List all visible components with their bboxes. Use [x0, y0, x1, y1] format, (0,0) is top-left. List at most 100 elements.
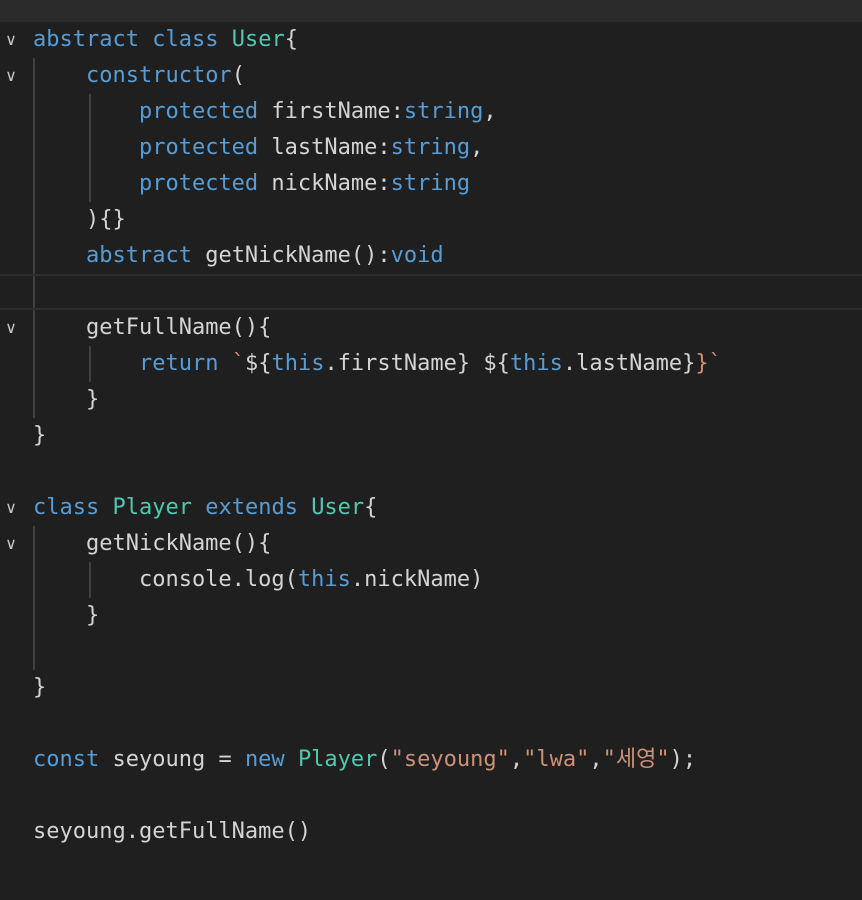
code-line[interactable]: seyoung.getFullName(): [0, 814, 862, 850]
code-token: (: [377, 747, 391, 772]
code-token: this: [271, 351, 325, 376]
code-token: }`: [695, 351, 722, 376]
chevron-down-icon[interactable]: ∨: [0, 58, 22, 94]
code-token: class: [33, 495, 100, 520]
code-line[interactable]: [0, 454, 862, 490]
code-token: return: [138, 351, 219, 376]
code-token: seyoung =: [99, 747, 245, 772]
code-token: );: [669, 747, 697, 772]
chevron-down-icon[interactable]: ∨: [0, 22, 22, 58]
code-text: abstract getNickName():void: [33, 238, 444, 274]
code-text: }: [33, 670, 46, 706]
code-token: getNickName():: [191, 243, 391, 268]
code-token: protected: [138, 171, 259, 196]
code-token: this: [509, 351, 563, 376]
code-line[interactable]: ∨ getFullName(){: [0, 310, 862, 346]
code-text: ){}: [33, 202, 126, 238]
code-line[interactable]: ∨ class Player extends User{: [0, 490, 862, 526]
code-token: getNickName(){: [33, 531, 272, 556]
code-line[interactable]: protected nickName:string: [0, 166, 862, 202]
code-token: this: [297, 567, 351, 592]
code-token: new: [244, 747, 285, 772]
code-token: (: [231, 63, 245, 88]
code-line[interactable]: }: [0, 598, 862, 634]
chevron-down-icon[interactable]: ∨: [0, 526, 22, 562]
code-line[interactable]: return `${this.firstName} ${this.lastNam…: [0, 346, 862, 382]
code-text: protected nickName:string: [33, 166, 470, 202]
code-token: `: [231, 351, 245, 376]
code-token: string: [390, 171, 471, 196]
code-line[interactable]: ∨ getNickName(){: [0, 526, 862, 562]
code-text: getNickName(){: [33, 526, 271, 562]
code-token: }: [33, 603, 100, 628]
code-editor[interactable]: ∨ abstract class User{∨ constructor( prot…: [0, 22, 862, 900]
code-text: }: [33, 598, 99, 634]
code-line[interactable]: protected lastName:string,: [0, 130, 862, 166]
code-line[interactable]: protected firstName:string,: [0, 94, 862, 130]
code-token: .nickName): [350, 567, 484, 592]
code-token: nickName:: [258, 171, 391, 196]
code-line[interactable]: abstract getNickName():void: [0, 238, 862, 274]
code-token: void: [390, 243, 444, 268]
code-line[interactable]: ∨ abstract class User{: [0, 22, 862, 58]
code-token: User: [231, 27, 285, 52]
code-line[interactable]: ){}: [0, 202, 862, 238]
code-line[interactable]: ∨ constructor(: [0, 58, 862, 94]
code-token: ,: [589, 747, 603, 772]
code-token: lastName:: [258, 135, 391, 160]
code-token: "세영": [602, 747, 670, 772]
editor-tab-bar: [0, 0, 862, 22]
code-token: abstract: [85, 243, 192, 268]
code-token: string: [403, 99, 484, 124]
code-token: Player: [297, 747, 378, 772]
code-token: ,: [483, 99, 497, 124]
code-text: constructor(: [33, 58, 245, 94]
code-line[interactable]: console.log(this.nickName): [0, 562, 862, 598]
code-text: class Player extends User{: [33, 490, 377, 526]
code-token: }: [33, 423, 47, 448]
code-line[interactable]: }: [0, 382, 862, 418]
code-text: }: [33, 382, 99, 418]
code-text: protected lastName:string,: [33, 130, 483, 166]
code-token: ${: [244, 351, 272, 376]
chevron-down-icon[interactable]: ∨: [0, 490, 22, 526]
code-token: extends: [205, 495, 298, 520]
code-line[interactable]: [0, 706, 862, 742]
code-text: protected firstName:string,: [33, 94, 497, 130]
code-text: seyoung.getFullName(): [33, 814, 311, 850]
code-token: protected: [138, 99, 259, 124]
code-text: getFullName(){: [33, 310, 271, 346]
code-line[interactable]: const seyoung = new Player("seyoung","lw…: [0, 742, 862, 778]
code-line[interactable]: [0, 274, 862, 310]
code-token: const: [33, 747, 100, 772]
code-line[interactable]: }: [0, 418, 862, 454]
code-token: User: [311, 495, 365, 520]
code-token: Player: [112, 495, 192, 520]
chevron-down-icon[interactable]: ∨: [0, 310, 22, 346]
code-line[interactable]: [0, 634, 862, 670]
code-text: const seyoung = new Player("seyoung","lw…: [33, 742, 696, 778]
code-text: abstract class User{: [33, 22, 298, 58]
code-token: "lwa": [523, 747, 590, 772]
code-token: }: [33, 387, 100, 412]
code-token: .firstName} ${: [324, 351, 510, 376]
code-token: {: [284, 27, 298, 52]
code-line[interactable]: [0, 778, 862, 814]
code-token: seyoung.getFullName(): [33, 819, 312, 844]
code-token: constructor: [85, 63, 232, 88]
code-token: }: [33, 675, 47, 700]
code-line[interactable]: }: [0, 670, 862, 706]
code-text: }: [33, 418, 46, 454]
